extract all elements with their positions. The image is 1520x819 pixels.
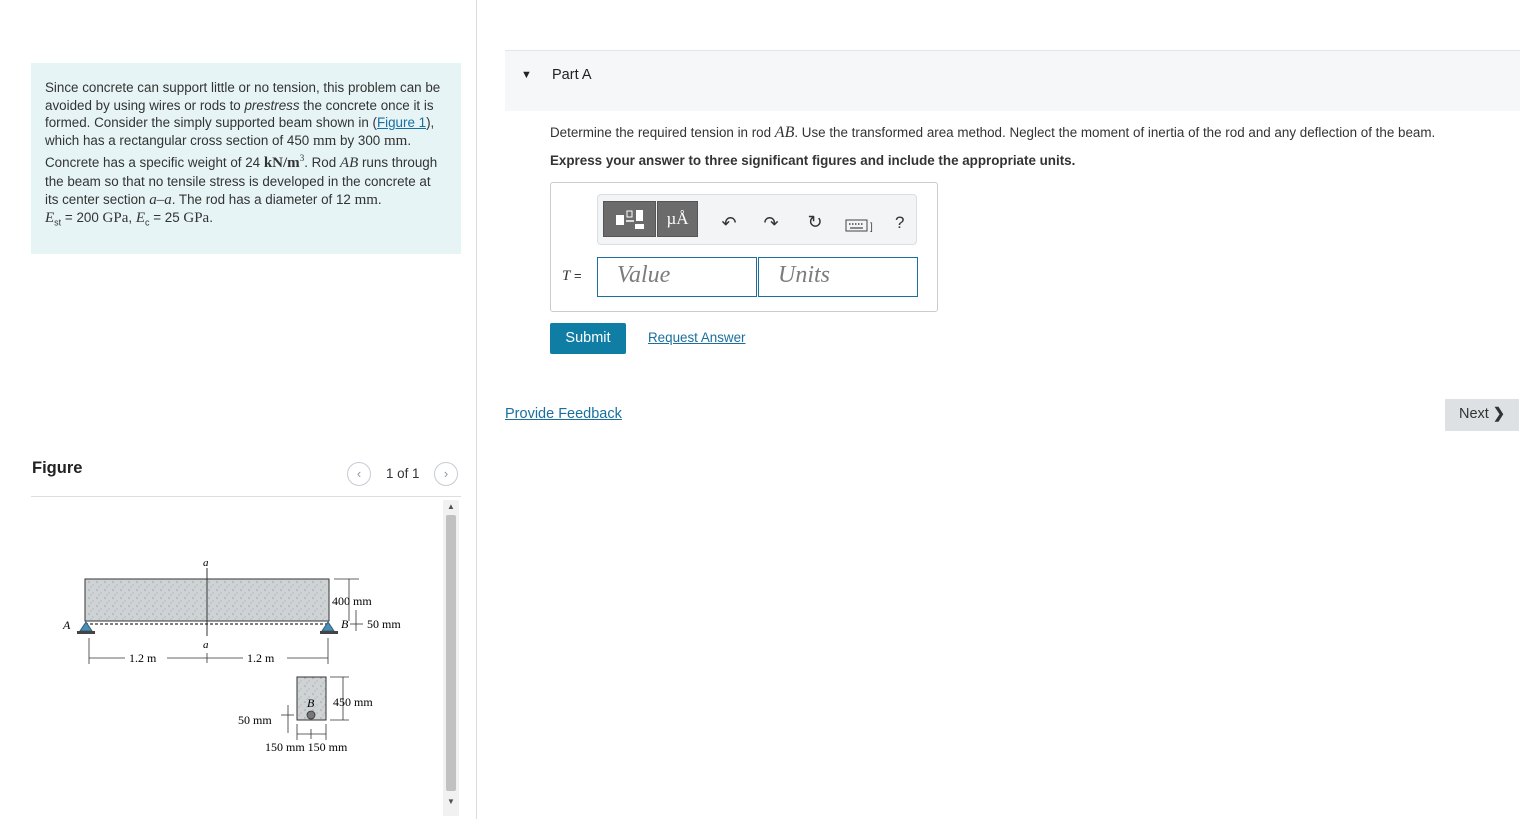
redo-icon[interactable]: ↷: [759, 213, 783, 234]
scroll-up-arrow[interactable]: ▲: [443, 502, 459, 511]
units-input[interactable]: Units: [758, 257, 918, 297]
column-divider: [476, 0, 477, 819]
svg-text:]: ]: [870, 222, 873, 233]
answer-variable-label: T =: [562, 268, 582, 284]
question-text: Determine the required tension in rod AB…: [550, 124, 1436, 141]
templates-icon: [616, 210, 644, 229]
part-a-header[interactable]: [505, 50, 1520, 111]
part-a-title: Part A: [552, 67, 592, 83]
problem-statement: Since concrete can support little or no …: [31, 63, 461, 254]
undo-icon[interactable]: ↶: [717, 213, 741, 234]
dim-450-mm: 450 mm: [333, 695, 373, 709]
chevron-right-icon: ❯: [1492, 406, 1505, 422]
next-figure-button[interactable]: ›: [434, 462, 458, 486]
reset-icon[interactable]: ↻: [803, 212, 827, 233]
dim-1-2-m-right: 1.2 m: [247, 651, 275, 665]
figure-title: Figure: [32, 459, 83, 477]
figure-divider: [31, 496, 461, 497]
answer-instruction: Express your answer to three significant…: [550, 153, 1076, 168]
value-input[interactable]: Value: [597, 257, 757, 297]
figure-scroll-thumb[interactable]: [446, 515, 456, 791]
request-answer-link[interactable]: Request Answer: [648, 330, 746, 345]
rod-section: [306, 710, 316, 720]
dim-150-150-mm: 150 mm 150 mm: [265, 740, 348, 754]
label-B: B: [341, 617, 349, 631]
dim-50-mm-bottom: 50 mm: [238, 713, 272, 727]
scroll-down-arrow[interactable]: ▼: [443, 797, 459, 806]
figure-link[interactable]: Figure 1: [377, 115, 426, 130]
figure-pager-text: 1 of 1: [386, 466, 420, 481]
prev-figure-button[interactable]: ‹: [347, 462, 371, 486]
beam-figure: a a A B 400 mm 50 mm 1.2 m 1.2 m B 450 m…: [62, 557, 401, 754]
dim-400-mm: 400 mm: [332, 594, 372, 608]
units-symbols-button[interactable]: µÅ: [657, 201, 698, 237]
next-button[interactable]: Next ❯: [1445, 399, 1519, 431]
right-support: [321, 621, 335, 632]
provide-feedback-link[interactable]: Provide Feedback: [505, 406, 622, 422]
help-icon[interactable]: ?: [895, 213, 904, 233]
label-a-bottom: a: [203, 639, 209, 651]
keyboard-icon[interactable]: ]: [845, 217, 875, 238]
right-support-base: [320, 631, 338, 634]
label-A: A: [62, 618, 71, 632]
dim-50-mm-side: 50 mm: [367, 617, 401, 631]
templates-button[interactable]: [603, 201, 656, 237]
collapse-triangle-icon[interactable]: ▼: [521, 69, 532, 81]
left-support-base: [77, 631, 95, 634]
submit-button[interactable]: Submit: [550, 323, 626, 354]
cs-label-B: B: [307, 696, 315, 710]
label-a-top: a: [203, 557, 209, 569]
dim-1-2-m-left: 1.2 m: [129, 651, 157, 665]
